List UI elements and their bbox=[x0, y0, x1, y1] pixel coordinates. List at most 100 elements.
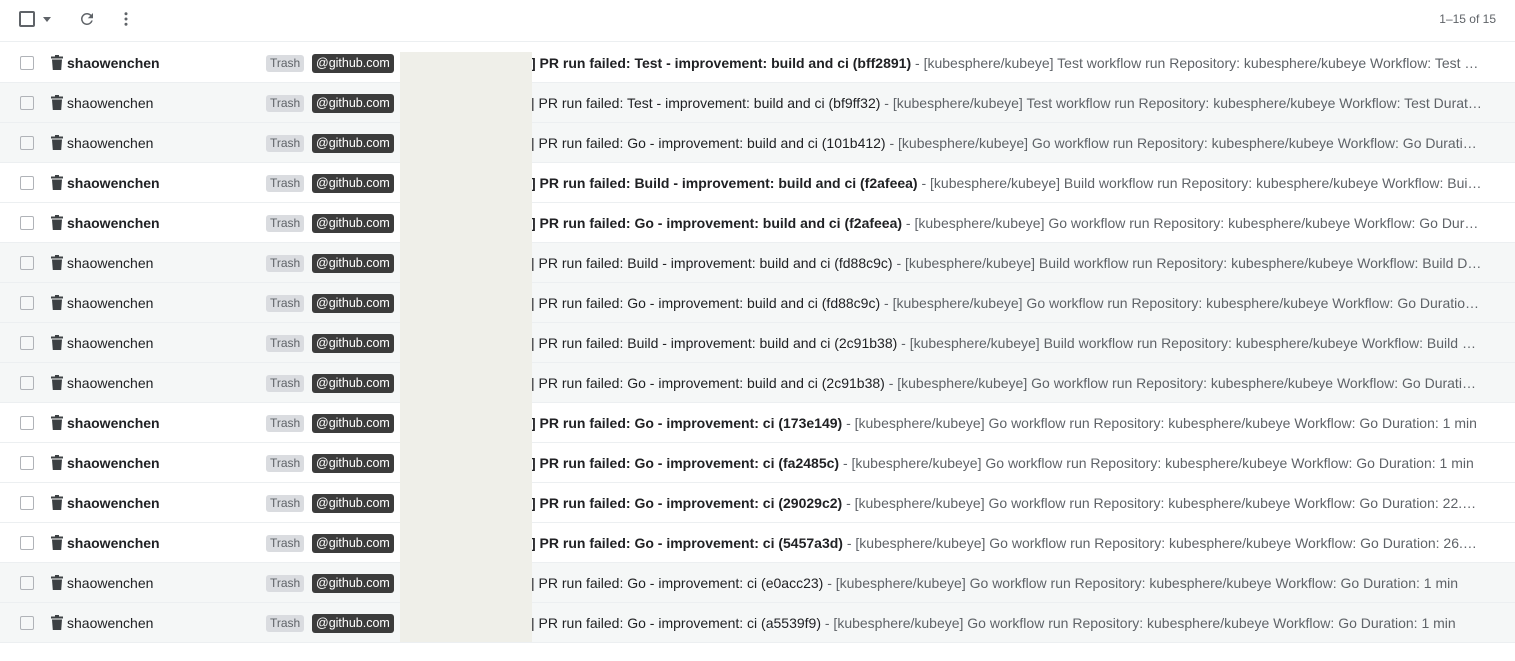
select-all-checkbox[interactable] bbox=[19, 11, 35, 27]
trash-icon bbox=[51, 455, 63, 470]
email-subject: ] PR run failed: Go - improvement: build… bbox=[531, 215, 903, 231]
trash-label[interactable]: Trash bbox=[266, 135, 305, 152]
github-label[interactable]: @github.com bbox=[312, 454, 394, 473]
sender-name: shaowenchen bbox=[67, 455, 160, 471]
email-list: shaowenchen Trash @github.com ] PR run fail… bbox=[0, 43, 1515, 643]
email-preview: | PR run failed: Go - improvement: build… bbox=[531, 375, 1483, 391]
email-snippet: - [kubesphere/kubeye] Go workflow run Re… bbox=[842, 535, 1483, 551]
github-label[interactable]: @github.com bbox=[312, 134, 394, 153]
github-label[interactable]: @github.com bbox=[312, 334, 394, 353]
github-label[interactable]: @github.com bbox=[312, 94, 394, 113]
email-preview: ] PR run failed: Go - improvement: ci (5… bbox=[531, 535, 1483, 551]
chevron-down-icon[interactable] bbox=[43, 17, 51, 22]
github-label[interactable]: @github.com bbox=[312, 614, 394, 633]
email-row[interactable]: shaowenchen Trash @github.com | PR run fail… bbox=[0, 83, 1515, 123]
email-snippet: - [kubesphere/kubeye] Go workflow run Re… bbox=[880, 295, 1483, 311]
row-checkbox[interactable] bbox=[20, 176, 34, 190]
trash-icon bbox=[51, 215, 63, 230]
github-label[interactable]: @github.com bbox=[312, 294, 394, 313]
row-checkbox[interactable] bbox=[20, 496, 34, 510]
trash-label[interactable]: Trash bbox=[266, 375, 305, 392]
email-preview: | PR run failed: Go - improvement: ci (a… bbox=[531, 615, 1483, 631]
trash-icon bbox=[51, 255, 63, 270]
trash-label[interactable]: Trash bbox=[266, 575, 305, 592]
email-snippet: - [kubesphere/kubeye] Build workflow run… bbox=[901, 335, 1483, 351]
more-vert-icon[interactable] bbox=[117, 10, 135, 28]
email-row[interactable]: shaowenchen Trash @github.com] PR run fail… bbox=[0, 203, 1515, 243]
trash-label[interactable]: Trash bbox=[266, 495, 305, 512]
github-label[interactable]: @github.com bbox=[312, 374, 394, 393]
trash-label[interactable]: Trash bbox=[266, 55, 305, 72]
email-row[interactable]: shaowenchen Trash @github.com] PR run fail… bbox=[0, 163, 1515, 203]
row-checkbox[interactable] bbox=[20, 416, 34, 430]
trash-label[interactable]: Trash bbox=[266, 255, 305, 272]
email-preview: | PR run failed: Go - improvement: build… bbox=[531, 135, 1483, 151]
trash-label[interactable]: Trash bbox=[266, 175, 305, 192]
email-preview: | PR run failed: Go - improvement: build… bbox=[531, 295, 1483, 311]
pagination-label: 1–15 of 15 bbox=[1439, 12, 1496, 26]
row-checkbox[interactable] bbox=[20, 96, 34, 110]
email-preview: ] PR run failed: Go - improvement: build… bbox=[531, 215, 1483, 231]
sender-name: shaowenchen bbox=[67, 335, 154, 351]
row-checkbox[interactable] bbox=[20, 376, 34, 390]
trash-label[interactable]: Trash bbox=[266, 215, 305, 232]
email-preview: ] PR run failed: Go - improvement: ci (2… bbox=[531, 495, 1483, 511]
trash-label[interactable]: Trash bbox=[266, 535, 305, 552]
row-checkbox[interactable] bbox=[20, 456, 34, 470]
row-checkbox[interactable] bbox=[20, 576, 34, 590]
email-subject: | PR run failed: Go - improvement: build… bbox=[531, 295, 881, 311]
sender-name: shaowenchen bbox=[67, 375, 154, 391]
email-preview: ] PR run failed: Go - improvement: ci (f… bbox=[531, 455, 1483, 471]
github-label[interactable]: @github.com bbox=[312, 54, 394, 73]
email-row[interactable]: shaowenchen Trash @github.com | PR run fail… bbox=[0, 363, 1515, 403]
row-checkbox[interactable] bbox=[20, 616, 34, 630]
email-row[interactable]: shaowenchen Trash @github.com] PR run fail… bbox=[0, 403, 1515, 443]
github-label[interactable]: @github.com bbox=[312, 574, 394, 593]
email-preview: ] PR run failed: Test - improvement: bui… bbox=[531, 55, 1483, 71]
email-row[interactable]: shaowenchen Trash @github.com | PR run fail… bbox=[0, 323, 1515, 363]
github-label[interactable]: @github.com bbox=[312, 414, 394, 433]
trash-icon bbox=[51, 295, 63, 310]
email-row[interactable]: shaowenchen Trash @github.com ] PR run fail… bbox=[0, 443, 1515, 483]
github-label[interactable]: @github.com bbox=[312, 214, 394, 233]
sender-name: shaowenchen bbox=[67, 535, 160, 551]
row-checkbox[interactable] bbox=[20, 296, 34, 310]
email-row[interactable]: shaowenchen Trash @github.com | PR run fail… bbox=[0, 243, 1515, 283]
refresh-icon[interactable] bbox=[78, 10, 96, 28]
email-snippet: - [kubesphere/kubeye] Go workflow run Re… bbox=[823, 575, 1459, 591]
email-subject: | PR run failed: Build - improvement: bu… bbox=[531, 255, 893, 271]
email-row[interactable]: shaowenchen Trash @github.com] PR run fail… bbox=[0, 43, 1515, 83]
trash-label[interactable]: Trash bbox=[266, 295, 305, 312]
email-snippet: - [kubesphere/kubeye] Go workflow run Re… bbox=[820, 615, 1456, 631]
row-checkbox[interactable] bbox=[20, 336, 34, 350]
row-checkbox[interactable] bbox=[20, 136, 34, 150]
email-subject: ] PR run failed: Go - improvement: ci (2… bbox=[531, 495, 843, 511]
trash-label[interactable]: Trash bbox=[266, 615, 305, 632]
trash-label[interactable]: Trash bbox=[266, 335, 305, 352]
row-checkbox[interactable] bbox=[20, 256, 34, 270]
sender-name: shaowenchen bbox=[67, 95, 154, 111]
email-preview: | PR run failed: Build - improvement: bu… bbox=[531, 335, 1483, 351]
email-preview: | PR run failed: Go - improvement: ci (e… bbox=[531, 575, 1483, 591]
github-label[interactable]: @github.com bbox=[312, 254, 394, 273]
trash-label[interactable]: Trash bbox=[266, 95, 305, 112]
email-preview: ] PR run failed: Build - improvement: bu… bbox=[531, 175, 1483, 191]
email-row[interactable]: shaowenchen Trash @github.com ] PR run fail… bbox=[0, 523, 1515, 563]
row-checkbox[interactable] bbox=[20, 536, 34, 550]
trash-icon bbox=[51, 335, 63, 350]
row-checkbox[interactable] bbox=[20, 216, 34, 230]
email-snippet: - [kubesphere/kubeye] Test workflow run … bbox=[880, 95, 1483, 111]
sender-name: shaowenchen bbox=[67, 295, 154, 311]
trash-label[interactable]: Trash bbox=[266, 455, 305, 472]
email-row[interactable]: shaowenchen Trash @github.com | PR run fail… bbox=[0, 283, 1515, 323]
row-checkbox[interactable] bbox=[20, 56, 34, 70]
email-row[interactable]: shaowenchen Trash @github.com | PR run fail… bbox=[0, 603, 1515, 643]
github-label[interactable]: @github.com bbox=[312, 534, 394, 553]
github-label[interactable]: @github.com bbox=[312, 174, 394, 193]
email-row[interactable]: shaowenchen Trash @github.com] PR run fail… bbox=[0, 483, 1515, 523]
github-label[interactable]: @github.com bbox=[312, 494, 394, 513]
email-row[interactable]: shaowenchen Trash @github.com | PR run fail… bbox=[0, 123, 1515, 163]
trash-label[interactable]: Trash bbox=[266, 415, 305, 432]
email-row[interactable]: shaowenchen Trash @github.com | PR run fail… bbox=[0, 563, 1515, 603]
email-subject: | PR run failed: Go - improvement: ci (a… bbox=[531, 615, 821, 631]
